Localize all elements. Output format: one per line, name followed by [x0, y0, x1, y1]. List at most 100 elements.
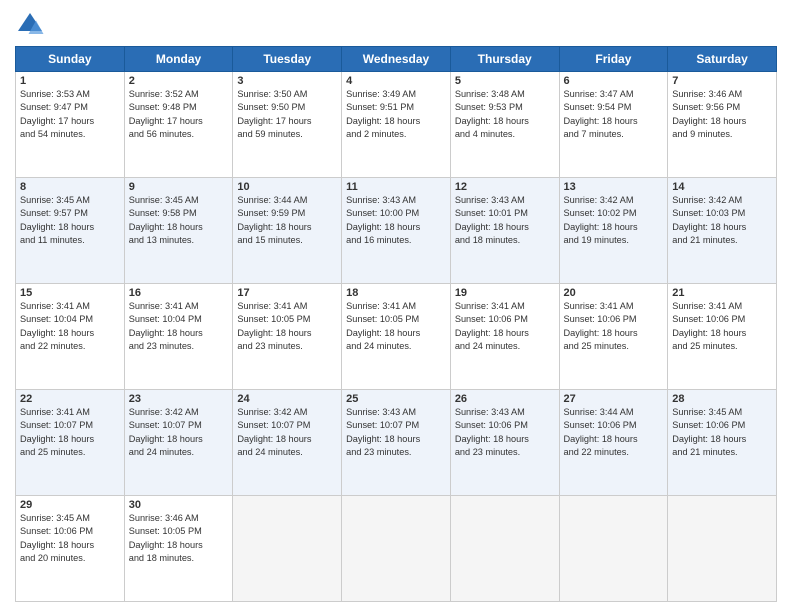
- day-cell-5: 5Sunrise: 3:48 AMSunset: 9:53 PMDaylight…: [450, 72, 559, 178]
- day-cell-2: 2Sunrise: 3:52 AMSunset: 9:48 PMDaylight…: [124, 72, 233, 178]
- day-info: Sunrise: 3:45 AMSunset: 10:06 PMDaylight…: [672, 406, 772, 459]
- day-cell-16: 16Sunrise: 3:41 AMSunset: 10:04 PMDaylig…: [124, 284, 233, 390]
- day-info: Sunrise: 3:46 AMSunset: 10:05 PMDaylight…: [129, 512, 229, 565]
- day-info: Sunrise: 3:43 AMSunset: 10:00 PMDaylight…: [346, 194, 446, 247]
- day-info: Sunrise: 3:41 AMSunset: 10:04 PMDaylight…: [20, 300, 120, 353]
- day-number: 8: [20, 181, 120, 193]
- day-cell-empty: [668, 496, 777, 602]
- day-cell-18: 18Sunrise: 3:41 AMSunset: 10:05 PMDaylig…: [342, 284, 451, 390]
- day-cell-20: 20Sunrise: 3:41 AMSunset: 10:06 PMDaylig…: [559, 284, 668, 390]
- col-header-monday: Monday: [124, 47, 233, 72]
- column-header-row: SundayMondayTuesdayWednesdayThursdayFrid…: [16, 47, 777, 72]
- day-number: 28: [672, 393, 772, 405]
- day-info: Sunrise: 3:48 AMSunset: 9:53 PMDaylight:…: [455, 88, 555, 141]
- day-cell-15: 15Sunrise: 3:41 AMSunset: 10:04 PMDaylig…: [16, 284, 125, 390]
- day-number: 9: [129, 181, 229, 193]
- day-number: 23: [129, 393, 229, 405]
- day-info: Sunrise: 3:50 AMSunset: 9:50 PMDaylight:…: [237, 88, 337, 141]
- day-number: 1: [20, 75, 120, 87]
- day-cell-10: 10Sunrise: 3:44 AMSunset: 9:59 PMDayligh…: [233, 178, 342, 284]
- day-info: Sunrise: 3:41 AMSunset: 10:05 PMDaylight…: [237, 300, 337, 353]
- day-cell-17: 17Sunrise: 3:41 AMSunset: 10:05 PMDaylig…: [233, 284, 342, 390]
- day-info: Sunrise: 3:47 AMSunset: 9:54 PMDaylight:…: [564, 88, 664, 141]
- day-number: 18: [346, 287, 446, 299]
- logo: [15, 10, 49, 40]
- day-cell-29: 29Sunrise: 3:45 AMSunset: 10:06 PMDaylig…: [16, 496, 125, 602]
- day-cell-empty: [233, 496, 342, 602]
- day-number: 30: [129, 499, 229, 511]
- day-cell-24: 24Sunrise: 3:42 AMSunset: 10:07 PMDaylig…: [233, 390, 342, 496]
- day-number: 7: [672, 75, 772, 87]
- day-number: 20: [564, 287, 664, 299]
- day-number: 29: [20, 499, 120, 511]
- day-number: 2: [129, 75, 229, 87]
- day-cell-7: 7Sunrise: 3:46 AMSunset: 9:56 PMDaylight…: [668, 72, 777, 178]
- day-cell-22: 22Sunrise: 3:41 AMSunset: 10:07 PMDaylig…: [16, 390, 125, 496]
- day-number: 6: [564, 75, 664, 87]
- day-cell-28: 28Sunrise: 3:45 AMSunset: 10:06 PMDaylig…: [668, 390, 777, 496]
- calendar-week-5: 29Sunrise: 3:45 AMSunset: 10:06 PMDaylig…: [16, 496, 777, 602]
- calendar-week-2: 8Sunrise: 3:45 AMSunset: 9:57 PMDaylight…: [16, 178, 777, 284]
- day-number: 15: [20, 287, 120, 299]
- day-cell-1: 1Sunrise: 3:53 AMSunset: 9:47 PMDaylight…: [16, 72, 125, 178]
- day-number: 5: [455, 75, 555, 87]
- day-cell-empty: [450, 496, 559, 602]
- col-header-thursday: Thursday: [450, 47, 559, 72]
- day-info: Sunrise: 3:45 AMSunset: 9:58 PMDaylight:…: [129, 194, 229, 247]
- day-info: Sunrise: 3:41 AMSunset: 10:04 PMDaylight…: [129, 300, 229, 353]
- day-number: 26: [455, 393, 555, 405]
- day-number: 22: [20, 393, 120, 405]
- day-cell-14: 14Sunrise: 3:42 AMSunset: 10:03 PMDaylig…: [668, 178, 777, 284]
- day-cell-9: 9Sunrise: 3:45 AMSunset: 9:58 PMDaylight…: [124, 178, 233, 284]
- day-cell-21: 21Sunrise: 3:41 AMSunset: 10:06 PMDaylig…: [668, 284, 777, 390]
- day-number: 13: [564, 181, 664, 193]
- day-info: Sunrise: 3:41 AMSunset: 10:06 PMDaylight…: [455, 300, 555, 353]
- day-info: Sunrise: 3:41 AMSunset: 10:05 PMDaylight…: [346, 300, 446, 353]
- calendar-week-4: 22Sunrise: 3:41 AMSunset: 10:07 PMDaylig…: [16, 390, 777, 496]
- day-cell-19: 19Sunrise: 3:41 AMSunset: 10:06 PMDaylig…: [450, 284, 559, 390]
- day-cell-23: 23Sunrise: 3:42 AMSunset: 10:07 PMDaylig…: [124, 390, 233, 496]
- day-info: Sunrise: 3:45 AMSunset: 10:06 PMDaylight…: [20, 512, 120, 565]
- day-number: 12: [455, 181, 555, 193]
- day-number: 11: [346, 181, 446, 193]
- day-number: 27: [564, 393, 664, 405]
- day-number: 14: [672, 181, 772, 193]
- calendar-table: SundayMondayTuesdayWednesdayThursdayFrid…: [15, 46, 777, 602]
- day-cell-empty: [342, 496, 451, 602]
- day-info: Sunrise: 3:43 AMSunset: 10:01 PMDaylight…: [455, 194, 555, 247]
- day-cell-8: 8Sunrise: 3:45 AMSunset: 9:57 PMDaylight…: [16, 178, 125, 284]
- day-cell-26: 26Sunrise: 3:43 AMSunset: 10:06 PMDaylig…: [450, 390, 559, 496]
- day-cell-25: 25Sunrise: 3:43 AMSunset: 10:07 PMDaylig…: [342, 390, 451, 496]
- day-number: 10: [237, 181, 337, 193]
- day-info: Sunrise: 3:42 AMSunset: 10:02 PMDaylight…: [564, 194, 664, 247]
- day-number: 4: [346, 75, 446, 87]
- day-cell-3: 3Sunrise: 3:50 AMSunset: 9:50 PMDaylight…: [233, 72, 342, 178]
- logo-icon: [15, 10, 45, 40]
- day-info: Sunrise: 3:41 AMSunset: 10:07 PMDaylight…: [20, 406, 120, 459]
- day-info: Sunrise: 3:42 AMSunset: 10:07 PMDaylight…: [129, 406, 229, 459]
- day-info: Sunrise: 3:41 AMSunset: 10:06 PMDaylight…: [564, 300, 664, 353]
- day-cell-6: 6Sunrise: 3:47 AMSunset: 9:54 PMDaylight…: [559, 72, 668, 178]
- header: [15, 10, 777, 40]
- day-info: Sunrise: 3:41 AMSunset: 10:06 PMDaylight…: [672, 300, 772, 353]
- day-number: 24: [237, 393, 337, 405]
- day-info: Sunrise: 3:52 AMSunset: 9:48 PMDaylight:…: [129, 88, 229, 141]
- day-info: Sunrise: 3:43 AMSunset: 10:06 PMDaylight…: [455, 406, 555, 459]
- calendar-week-3: 15Sunrise: 3:41 AMSunset: 10:04 PMDaylig…: [16, 284, 777, 390]
- day-info: Sunrise: 3:44 AMSunset: 9:59 PMDaylight:…: [237, 194, 337, 247]
- day-cell-11: 11Sunrise: 3:43 AMSunset: 10:00 PMDaylig…: [342, 178, 451, 284]
- day-number: 17: [237, 287, 337, 299]
- calendar-week-1: 1Sunrise: 3:53 AMSunset: 9:47 PMDaylight…: [16, 72, 777, 178]
- day-cell-13: 13Sunrise: 3:42 AMSunset: 10:02 PMDaylig…: [559, 178, 668, 284]
- day-cell-27: 27Sunrise: 3:44 AMSunset: 10:06 PMDaylig…: [559, 390, 668, 496]
- day-info: Sunrise: 3:42 AMSunset: 10:07 PMDaylight…: [237, 406, 337, 459]
- page: SundayMondayTuesdayWednesdayThursdayFrid…: [0, 0, 792, 612]
- day-number: 21: [672, 287, 772, 299]
- day-info: Sunrise: 3:53 AMSunset: 9:47 PMDaylight:…: [20, 88, 120, 141]
- day-cell-30: 30Sunrise: 3:46 AMSunset: 10:05 PMDaylig…: [124, 496, 233, 602]
- day-number: 16: [129, 287, 229, 299]
- day-cell-4: 4Sunrise: 3:49 AMSunset: 9:51 PMDaylight…: [342, 72, 451, 178]
- day-info: Sunrise: 3:42 AMSunset: 10:03 PMDaylight…: [672, 194, 772, 247]
- day-number: 25: [346, 393, 446, 405]
- col-header-wednesday: Wednesday: [342, 47, 451, 72]
